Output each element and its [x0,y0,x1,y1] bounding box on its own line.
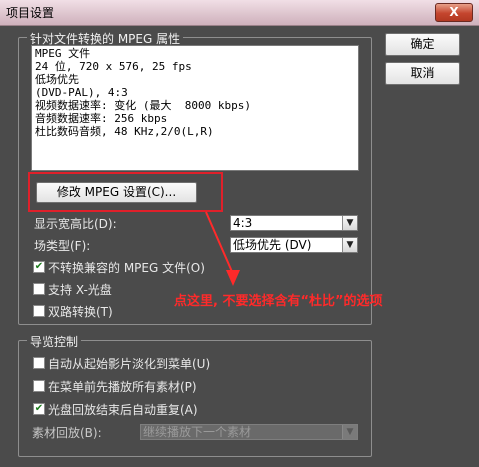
navigation-control-legend: 导览控制 [27,333,82,350]
auto-repeat-checkbox[interactable]: ✔ [33,403,45,415]
auto-repeat-label: 光盘回放结束后自动重复(A) [48,403,198,417]
annotation-text: 点这里, 不要选择含有“杜比”的选项 [174,294,383,309]
auto-fade-checkbox[interactable] [33,357,45,369]
play-all-label: 在菜单前先播放所有素材(P) [48,380,197,394]
playback-select[interactable]: 继续播放下一个素材 ▼ [140,424,358,440]
ok-button[interactable]: 确定 [385,33,460,56]
cancel-button[interactable]: 取消 [385,62,460,85]
auto-fade-label: 自动从起始影片淡化到菜单(U) [48,357,211,371]
chevron-down-icon: ▼ [342,425,357,439]
playback-label: 素材回放(B): [32,426,102,440]
play-all-checkbox[interactable] [33,380,45,392]
playback-value: 继续播放下一个素材 [143,425,252,439]
